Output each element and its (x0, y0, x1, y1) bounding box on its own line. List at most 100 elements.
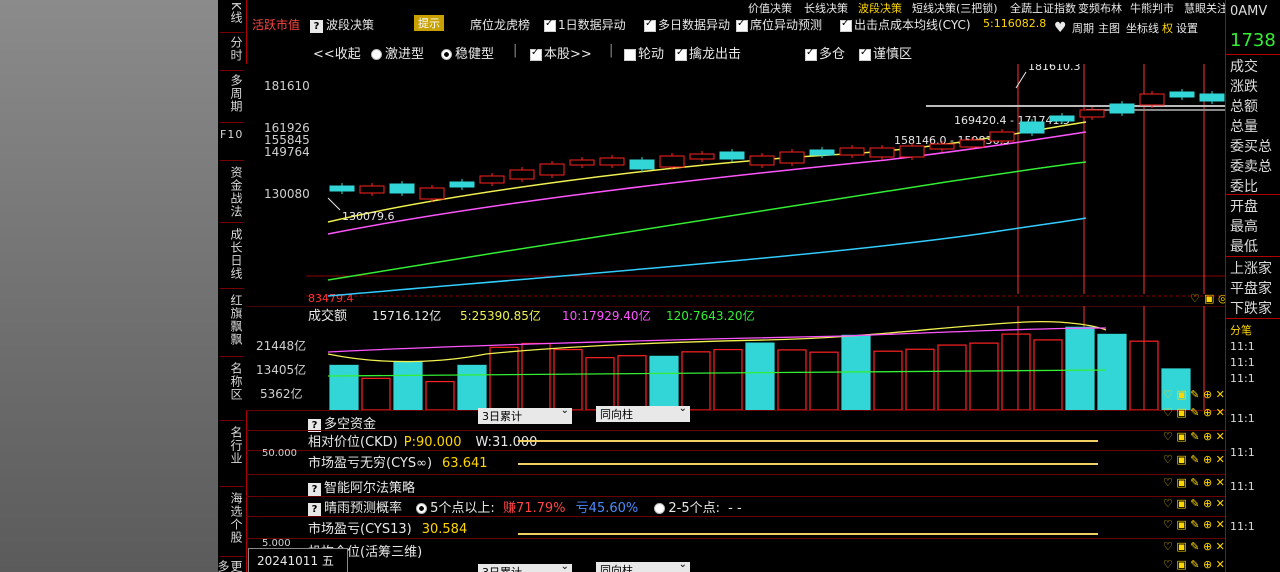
checkbox-capture[interactable]: 擒龙出击 (675, 43, 741, 62)
volume-bar (1097, 333, 1127, 410)
collapse-button[interactable]: <<收起 (313, 43, 361, 62)
save-icon[interactable]: ▣ (1204, 292, 1214, 305)
jigou-dropdown-1[interactable]: 3日累计 (478, 561, 572, 572)
row-tools[interactable]: ♡ ▣ ✎ ⊕ ✕ (1163, 540, 1225, 553)
row-tools[interactable]: ♡ ▣ ✎ ⊕ ✕ (1163, 406, 1225, 419)
tick-time: 11:1 (1230, 356, 1255, 369)
menu-watch[interactable]: 慧眼关注 (1184, 0, 1228, 16)
menu-main-chart[interactable]: 主图 (1098, 20, 1120, 36)
checkbox-this-stock[interactable]: 本股>> (530, 43, 592, 62)
tab-more[interactable]: 更多 (218, 560, 243, 572)
menu-period[interactable]: 周期 (1072, 20, 1094, 36)
index-price: 1738 (1230, 30, 1276, 51)
cys-line (518, 463, 1098, 465)
checkbox-multi[interactable]: 多仓 (805, 43, 845, 62)
tab-intraday[interactable]: 分时 (220, 36, 243, 62)
tab-growth[interactable]: 成长日线 (220, 228, 243, 280)
menu-rights[interactable]: 权 (1162, 20, 1173, 36)
title-active-mv[interactable]: 活跃市值 (252, 16, 300, 33)
panel-divider (1226, 194, 1280, 195)
checkbox-icon[interactable] (859, 47, 871, 61)
menu-value-decision[interactable]: 价值决策 (748, 0, 792, 16)
checkbox-icon[interactable] (644, 18, 656, 32)
top-marker-8: 8 (1206, 64, 1212, 65)
menu-sh-index[interactable]: 全蔬上证指数 (1010, 0, 1076, 16)
vol-y-label-1: 21448亿 (256, 338, 306, 353)
radio-2-5pts[interactable]: 2-5个点: (654, 501, 720, 516)
one-day-anomaly[interactable]: 1日数据异动 (544, 16, 626, 33)
checkbox-icon[interactable] (530, 47, 542, 61)
radio-icon[interactable] (441, 49, 452, 60)
checkbox-icon[interactable] (544, 18, 556, 32)
checkbox-icon[interactable] (624, 48, 636, 61)
strategy-label[interactable]: ? 波段决策 (310, 16, 374, 33)
label-ticks[interactable]: 分笔 (1230, 322, 1252, 338)
multi-day-anomaly[interactable]: 多日数据异动 (644, 16, 730, 33)
menu-bull-bear[interactable]: 牛熊判市 (1130, 0, 1174, 16)
photo-background (0, 0, 230, 572)
heart-icon[interactable]: ♡ (1190, 292, 1200, 305)
checkbox-icon[interactable] (805, 47, 817, 61)
radio-aggressive[interactable]: 激进型 (371, 43, 424, 62)
volume-bar (457, 364, 487, 410)
menu-band-decision[interactable]: 波段决策 (858, 0, 902, 16)
label-flat-count: 平盘家 (1230, 281, 1272, 297)
menu-settings[interactable]: 设置 (1176, 20, 1198, 36)
candle-body (359, 185, 385, 194)
tab-f10[interactable]: F10 (220, 128, 242, 142)
tab-redflag[interactable]: 红旗飘飘 (220, 294, 243, 346)
y-label-1: 181610 (264, 79, 310, 93)
indicator-prob[interactable]: ? 晴雨预测概率 5个点以上: 赚71.79% 亏45.60% 2-5个点: - … (308, 497, 742, 516)
tip-button[interactable]: 提示 (414, 15, 444, 31)
duokong-dropdown-2[interactable]: 同向柱 (596, 403, 690, 422)
menu-long-decision[interactable]: 长线决策 (804, 0, 848, 16)
annotation-low: 130079.6 (342, 210, 395, 223)
checkbox-rotate[interactable]: 轮动 (624, 43, 664, 62)
checkbox-careful[interactable]: 谨慎区 (859, 43, 912, 62)
menu-short-decision[interactable]: 短线决策(三把锁) (912, 0, 998, 16)
duokong-dropdown-1[interactable]: 3日累计 (478, 405, 572, 424)
tab-name-zone[interactable]: 名称区 (220, 362, 243, 401)
radio-5pts[interactable]: 5个点以上: (416, 501, 495, 516)
row-tools[interactable]: ♡ ▣ ✎ ⊕ ✕ (1163, 558, 1225, 571)
label-volume: 总量 (1230, 119, 1258, 135)
row-tools[interactable]: ♡ ▣ ✎ ⊕ ✕ (1163, 518, 1225, 531)
radio-icon[interactable] (654, 503, 666, 514)
top-marker-6: 6 (1120, 64, 1126, 65)
candle-body (1079, 109, 1105, 118)
help-icon[interactable]: ? (310, 20, 323, 33)
checkbox-icon[interactable] (736, 18, 748, 32)
tab-multi-period[interactable]: 多周期 (220, 74, 243, 113)
jigou-dropdown-2[interactable]: 同向柱 (596, 559, 690, 572)
row-tools[interactable]: ♡ ▣ ✎ ⊕ ✕ (1163, 453, 1225, 466)
right-menu: 价值决策 长线决策 波段决策 短线决策(三把锁) 全蔬上证指数 变频布林 牛熊判… (748, 0, 1280, 36)
volume-ma10: 10:17929.40亿 (562, 308, 651, 323)
indicator-alpha[interactable]: ? 智能阿尔法策略 (308, 477, 415, 496)
tab-kline[interactable]: K线 (220, 2, 243, 24)
row-tools[interactable]: ♡ ▣ ✎ ⊕ ✕ (1163, 388, 1225, 401)
main-kline-chart[interactable]: 181610 161926 155845 149764 130080 83479… (246, 64, 1225, 308)
row-tools[interactable]: ♡ ▣ ✎ ⊕ ✕ (1163, 430, 1225, 443)
volume-chart[interactable]: 成交额 15716.12亿 5:25390.85亿 10:17929.40亿 1… (246, 306, 1225, 410)
candle-body (929, 143, 955, 150)
radio-icon[interactable] (416, 503, 428, 514)
tab-divider (220, 420, 244, 421)
radio-icon[interactable] (371, 49, 382, 60)
tab-funds[interactable]: 资金战法 (220, 166, 243, 218)
menu-grid-lines[interactable]: 坐标线 (1126, 20, 1159, 36)
help-icon[interactable]: ? (308, 483, 321, 496)
prob-loss: 亏45.60% (575, 501, 639, 516)
candle-body (419, 187, 445, 200)
row-tools[interactable]: ♡ ▣ ✎ ⊕ ✕ (1163, 476, 1225, 489)
menu-bollinger[interactable]: 变频布林 (1078, 0, 1122, 16)
seat-dragon-board[interactable]: 席位龙虎榜 (470, 16, 530, 33)
help-icon[interactable]: ? (308, 503, 321, 516)
row-tools[interactable]: ♡ ▣ ✎ ⊕ ✕ (1163, 497, 1225, 510)
radio-steady[interactable]: 稳健型 (441, 43, 494, 62)
tab-screen-stocks[interactable]: 海选个股 (220, 492, 243, 544)
tab-industry[interactable]: 名行业 (220, 426, 243, 465)
checkbox-icon[interactable] (675, 47, 687, 61)
heart-icon[interactable]: ♥ (1054, 20, 1067, 36)
candle-body (869, 147, 895, 158)
zoom-icon[interactable]: ◎ (1218, 292, 1225, 305)
